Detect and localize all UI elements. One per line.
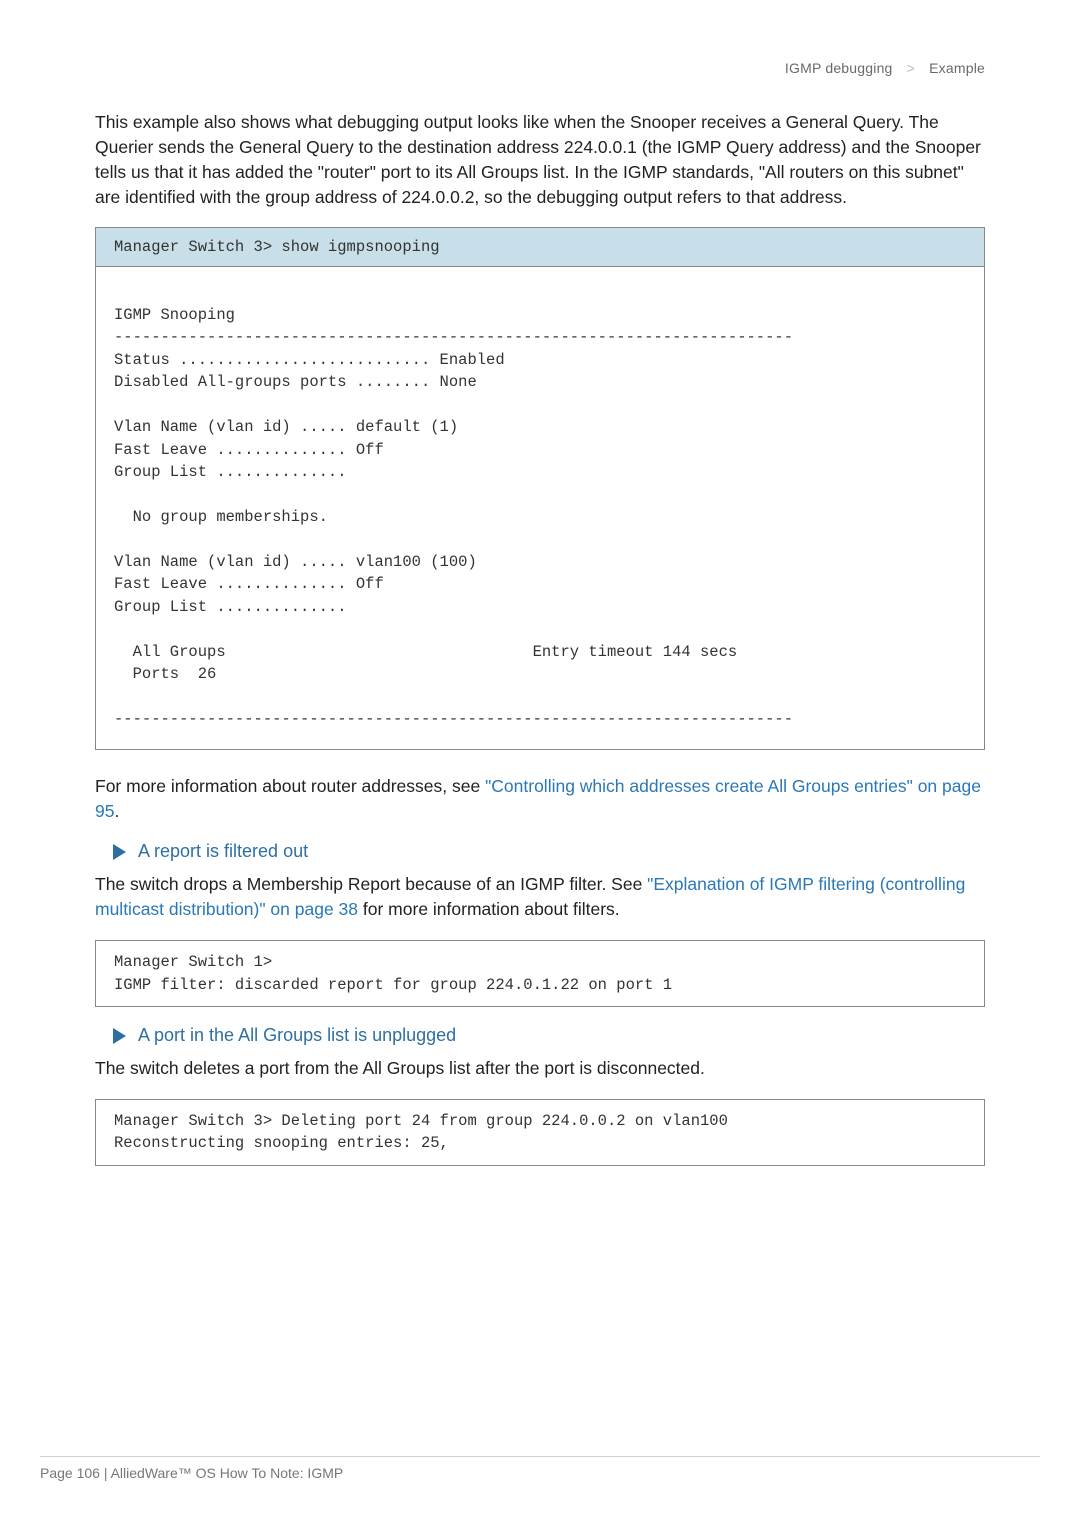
footer-divider — [40, 1456, 1040, 1457]
code-block-delete-port: Manager Switch 3> Deleting port 24 from … — [95, 1099, 985, 1166]
page-footer: Page 106 | AlliedWare™ OS How To Note: I… — [0, 1456, 1080, 1481]
section-heading-report-filtered: A report is filtered out — [113, 841, 985, 862]
running-header: IGMP debugging > Example — [95, 60, 985, 76]
unplugged-paragraph: The switch deletes a port from the All G… — [95, 1056, 985, 1081]
router-addresses-paragraph: For more information about router addres… — [95, 774, 985, 824]
footer-text: Page 106 | AlliedWare™ OS How To Note: I… — [40, 1465, 1040, 1481]
code-output-body: Manager Switch 3> Deleting port 24 from … — [96, 1100, 984, 1165]
triangle-right-icon — [113, 1028, 126, 1044]
filter-paragraph: The switch drops a Membership Report bec… — [95, 872, 985, 922]
code-output-body: IGMP Snooping --------------------------… — [96, 267, 984, 748]
text-fragment: For more information about router addres… — [95, 776, 485, 796]
code-block-igmpsnooping: Manager Switch 3> show igmpsnooping IGMP… — [95, 227, 985, 749]
header-separator: > — [907, 60, 915, 76]
header-left: IGMP debugging — [785, 60, 893, 76]
text-fragment: . — [114, 801, 119, 821]
code-command-line: Manager Switch 3> show igmpsnooping — [96, 228, 984, 267]
code-output-body: Manager Switch 1> IGMP filter: discarded… — [96, 941, 984, 1006]
section-heading-port-unplugged: A port in the All Groups list is unplugg… — [113, 1025, 985, 1046]
section-heading-label: A port in the All Groups list is unplugg… — [138, 1025, 456, 1046]
text-fragment: The switch drops a Membership Report bec… — [95, 874, 647, 894]
section-heading-label: A report is filtered out — [138, 841, 308, 862]
header-right: Example — [929, 60, 985, 76]
code-block-filter-discard: Manager Switch 1> IGMP filter: discarded… — [95, 940, 985, 1007]
intro-paragraph: This example also shows what debugging o… — [95, 110, 985, 209]
triangle-right-icon — [113, 844, 126, 860]
text-fragment: for more information about filters. — [358, 899, 620, 919]
